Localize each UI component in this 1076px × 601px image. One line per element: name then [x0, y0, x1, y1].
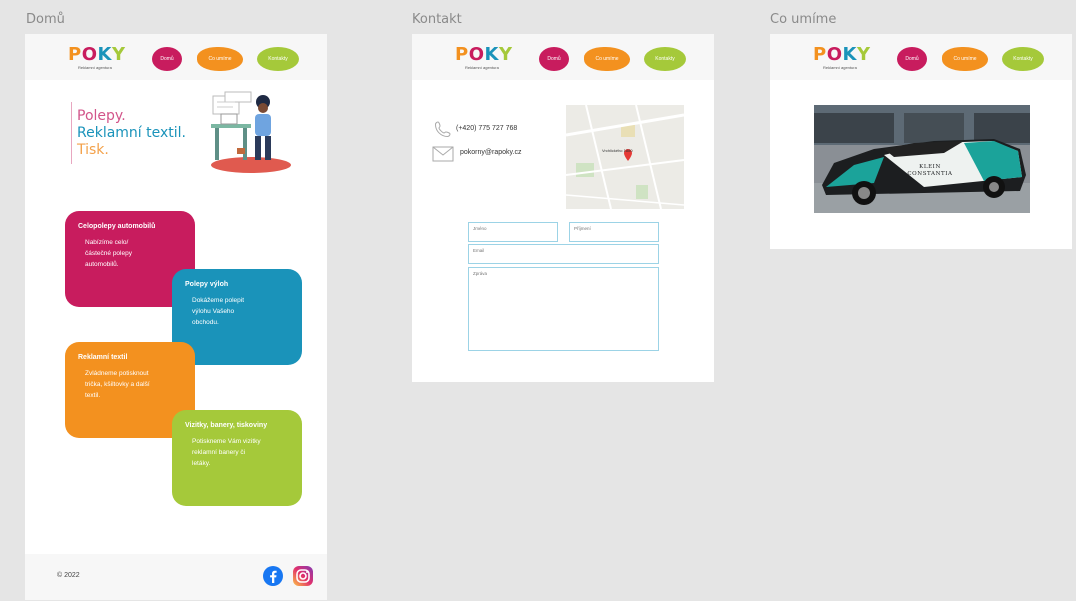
- frame-home[interactable]: POKY Reklamní agentura Domů Co umíme Kon…: [25, 34, 327, 600]
- instagram-icon[interactable]: [293, 566, 313, 586]
- card-description: Potiskneme Vám vizitky reklamní banery č…: [192, 438, 261, 467]
- logo-subtitle: Reklamní agentura: [823, 65, 857, 70]
- nav-home-button[interactable]: Domů: [897, 47, 927, 71]
- nav-services-button[interactable]: Co umíme: [942, 47, 988, 71]
- logo-text: POKY: [68, 44, 126, 65]
- card-title: Reklamní textil: [78, 354, 128, 361]
- header: POKY Reklamní agentura Domů Co umíme Kon…: [25, 34, 327, 80]
- nav-contact-button[interactable]: Kontakty: [257, 47, 299, 71]
- frame-contact[interactable]: POKY Reklamní agentura Domů Co umíme Kon…: [412, 34, 714, 382]
- logo[interactable]: POKY Reklamní agentura: [68, 46, 125, 71]
- logo-text: POKY: [813, 44, 871, 65]
- nav-home-button[interactable]: Domů: [539, 47, 569, 71]
- facebook-icon[interactable]: [263, 566, 283, 586]
- nav-services-button[interactable]: Co umíme: [584, 47, 630, 71]
- location-map[interactable]: Vrchlického 1880: [566, 105, 684, 209]
- logo[interactable]: POKY Reklamní agentura: [813, 46, 870, 71]
- nav-home-button[interactable]: Domů: [152, 47, 182, 71]
- card-printing[interactable]: Vizitky, banery, tiskoviny Potiskneme Vá…: [172, 410, 302, 506]
- frame-label-services: Co umíme: [770, 12, 837, 27]
- hero-line-2: Reklamní textil.: [77, 125, 186, 141]
- message-placeholder: Zpráva: [473, 271, 488, 276]
- surname-placeholder: Příjmení: [574, 226, 591, 231]
- logo-subtitle: Reklamní agentura: [465, 65, 499, 70]
- frame-label-home: Domů: [26, 12, 65, 27]
- nav-services-button[interactable]: Co umíme: [197, 47, 243, 71]
- phone-number[interactable]: (+420) 775 727 768: [456, 125, 517, 132]
- car-photo-lettering: KLEIN CONSTANTIA: [907, 164, 953, 177]
- hero-line-3: Tisk.: [77, 142, 109, 158]
- logo-subtitle: Reklamní agentura: [78, 65, 112, 70]
- email-field[interactable]: Email: [468, 244, 659, 264]
- map-label: Vrchlického 1880: [602, 148, 633, 153]
- map-roads: [566, 105, 684, 209]
- nav-contact-button[interactable]: Kontakty: [1002, 47, 1044, 71]
- car-photo-image: [814, 105, 1030, 213]
- card-description: Zvládneme potisknout trička, kšiltovky a…: [85, 370, 150, 399]
- email-placeholder: Email: [473, 248, 485, 253]
- logo[interactable]: POKY Reklamní agentura: [455, 46, 512, 71]
- hero-line-1: Polepy.: [77, 108, 126, 124]
- surname-field[interactable]: Příjmení: [569, 222, 659, 242]
- frame-services[interactable]: POKY Reklamní agentura Domů Co umíme Kon…: [770, 34, 1072, 249]
- copyright: © 2022: [57, 572, 80, 579]
- nav-contact-button[interactable]: Kontakty: [644, 47, 686, 71]
- logo-text: POKY: [455, 44, 513, 65]
- frame-label-contact: Kontakt: [412, 12, 462, 27]
- card-title: Polepy výloh: [185, 281, 229, 288]
- message-field[interactable]: Zpráva: [468, 267, 659, 351]
- name-field[interactable]: Jméno: [468, 222, 558, 242]
- card-title: Celopolepy automobilů: [78, 223, 156, 230]
- name-placeholder: Jméno: [473, 226, 487, 231]
- email-address[interactable]: pokorny@rapoky.cz: [460, 149, 521, 156]
- hero-divider: [71, 102, 72, 164]
- designer-illustration: [211, 91, 291, 173]
- card-title: Vizitky, banery, tiskoviny: [185, 422, 268, 429]
- envelope-icon: [432, 146, 454, 162]
- header: POKY Reklamní agentura Domů Co umíme Kon…: [770, 34, 1072, 80]
- card-description: Nabízíme celo/ částečné polepy automobil…: [85, 239, 132, 268]
- footer: © 2022: [25, 554, 327, 600]
- header: POKY Reklamní agentura Domů Co umíme Kon…: [412, 34, 714, 80]
- card-description: Dokážeme polepit výlohu Vašeho obchodu.: [192, 297, 245, 326]
- car-wrap-photo: KLEIN CONSTANTIA: [814, 105, 1030, 213]
- phone-icon: [434, 121, 451, 138]
